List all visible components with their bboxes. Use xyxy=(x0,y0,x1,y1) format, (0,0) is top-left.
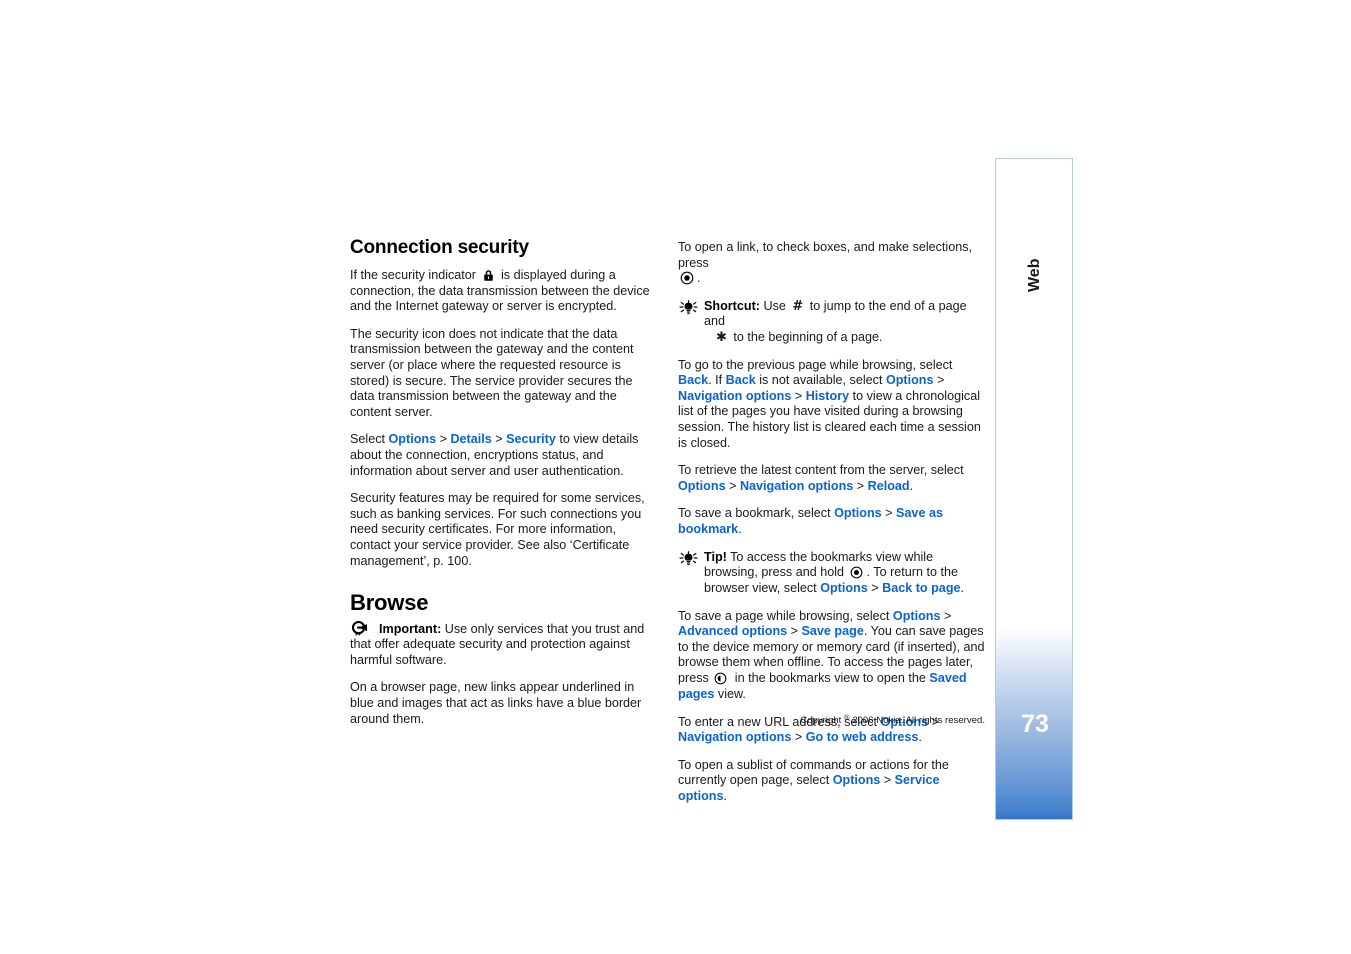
menu-path-navigation-options[interactable]: Navigation options xyxy=(740,479,853,493)
menu-path-options[interactable]: Options xyxy=(893,609,941,623)
page-title: Connection security xyxy=(350,237,529,258)
text-run: . xyxy=(738,521,742,536)
paragraph-previous-page: To go to the previous page while browsin… xyxy=(678,358,988,452)
shortcut-line-1: Shortcut: Use # to jump to the end of a … xyxy=(704,299,988,330)
separator: > xyxy=(491,432,507,447)
menu-path-history[interactable]: History xyxy=(806,389,849,403)
page-number: 73 xyxy=(1021,710,1049,738)
paragraph-open-link: To open a link, to check boxes, and make… xyxy=(678,240,988,287)
menu-path-options[interactable]: Options xyxy=(820,581,868,595)
star-key-symbol: ✱ xyxy=(716,329,727,345)
hash-key-symbol: # xyxy=(792,298,804,314)
paragraph-links-appearance: On a browser page, new links appear unde… xyxy=(350,680,642,726)
text-run: Select xyxy=(350,432,389,447)
paragraph-service-options: To open a sublist of commands or actions… xyxy=(678,758,988,805)
menu-path-go-to-web-address[interactable]: Go to web address xyxy=(806,730,919,744)
scroll-key-center-icon xyxy=(680,271,695,286)
paragraph-security-features: Security features may be required for so… xyxy=(350,491,645,568)
separator: > xyxy=(787,624,802,639)
important-label: Important: xyxy=(379,621,442,636)
shortcut-callout: Shortcut: Use # to jump to the end of a … xyxy=(678,299,988,346)
chapter-tab-label: Web xyxy=(1026,258,1043,292)
left-column: Connection security If the security indi… xyxy=(350,237,660,727)
menu-path-back-2[interactable]: Back xyxy=(726,373,756,387)
menu-path-details[interactable]: Details xyxy=(450,432,491,446)
separator: > xyxy=(791,388,806,403)
menu-path-options[interactable]: Options xyxy=(678,479,726,493)
tip-callout: Tip! To access the bookmarks view while … xyxy=(678,550,988,597)
text-run: view. xyxy=(714,687,746,702)
text-run: Use xyxy=(759,298,790,313)
copyright-notice: Copyright ® 2006 Nokia. All rights reser… xyxy=(678,713,985,726)
menu-path-navigation-options[interactable]: Navigation options xyxy=(678,730,791,744)
text-run: 2006 Nokia. All rights reserved. xyxy=(849,715,985,726)
text-run: . xyxy=(918,730,922,745)
menu-path-navigation-options[interactable]: Navigation options xyxy=(678,389,791,403)
menu-path-security[interactable]: Security xyxy=(506,432,556,446)
padlock-icon xyxy=(482,269,495,284)
text-run: . xyxy=(909,478,914,493)
menu-path-save-page[interactable]: Save page xyxy=(802,624,864,638)
separator: > xyxy=(867,581,883,596)
chapter-tab: Web 73 xyxy=(995,158,1073,820)
text-run: To open a link, to check boxes, and make… xyxy=(678,240,973,270)
paragraph-security-icon-note: The security icon does not indicate that… xyxy=(350,326,634,419)
shortcut-label: Shortcut: xyxy=(704,298,760,313)
separator: > xyxy=(933,373,945,388)
separator: > xyxy=(725,478,740,493)
text-run: To save a bookmark, select xyxy=(678,506,835,521)
text-run: . xyxy=(960,581,965,596)
separator: > xyxy=(853,478,868,493)
text-run: To save a page while browsing, select xyxy=(678,608,893,623)
text-run: is not available, select xyxy=(755,373,886,388)
text-run: To go to the previous page while browsin… xyxy=(678,357,953,372)
separator: > xyxy=(436,432,451,447)
separator: > xyxy=(880,773,895,788)
paragraph-security-indicator: If the security indicator is displayed d… xyxy=(350,268,660,315)
text-run: . xyxy=(723,789,727,804)
important-arrow-icon xyxy=(350,620,376,636)
text-run: If the security indicator xyxy=(350,267,476,282)
paragraph-save-page: To save a page while browsing, select Op… xyxy=(678,609,988,703)
menu-path-reload[interactable]: Reload xyxy=(868,479,910,493)
paragraph-save-bookmark: To save a bookmark, select Options > Sav… xyxy=(678,506,988,537)
important-callout: Important: Use only services that you tr… xyxy=(350,620,660,669)
text-run: to the beginning of a page. xyxy=(729,329,883,344)
tip-label: Tip! xyxy=(704,549,727,564)
menu-path-options[interactable]: Options xyxy=(834,506,882,520)
tip-text: Tip! To access the bookmarks view while … xyxy=(704,550,988,597)
menu-path-back-to-page[interactable]: Back to page xyxy=(882,581,960,595)
shortcut-line-2: ✱ to the beginning of a page. xyxy=(704,330,988,346)
menu-path-options[interactable]: Options xyxy=(833,773,881,787)
text-run: . If xyxy=(708,373,726,388)
menu-path-options[interactable]: Options xyxy=(886,373,934,387)
section-title-browse: Browse xyxy=(350,590,429,616)
separator: > xyxy=(940,608,952,623)
paragraph-reload: To retrieve the latest content from the … xyxy=(678,463,988,494)
text-run: To retrieve the latest content from the … xyxy=(678,463,964,478)
menu-path-options[interactable]: Options xyxy=(389,432,437,446)
lightbulb-icon xyxy=(678,299,700,315)
scroll-key-left-icon xyxy=(714,672,729,687)
separator: > xyxy=(881,506,897,521)
text-run: . xyxy=(697,271,701,286)
paragraph-select-options-details: Select Options > Details > Security to v… xyxy=(350,432,660,479)
menu-path-advanced-options[interactable]: Advanced options xyxy=(678,624,787,638)
text-run: in the bookmarks view to open the xyxy=(731,671,930,686)
lightbulb-icon xyxy=(678,550,700,566)
menu-path-back[interactable]: Back xyxy=(678,373,708,387)
manual-page: Connection security If the security indi… xyxy=(0,0,1351,954)
scroll-key-center-icon xyxy=(850,566,865,581)
separator: > xyxy=(791,730,806,745)
text-run: Copyright xyxy=(800,715,845,726)
